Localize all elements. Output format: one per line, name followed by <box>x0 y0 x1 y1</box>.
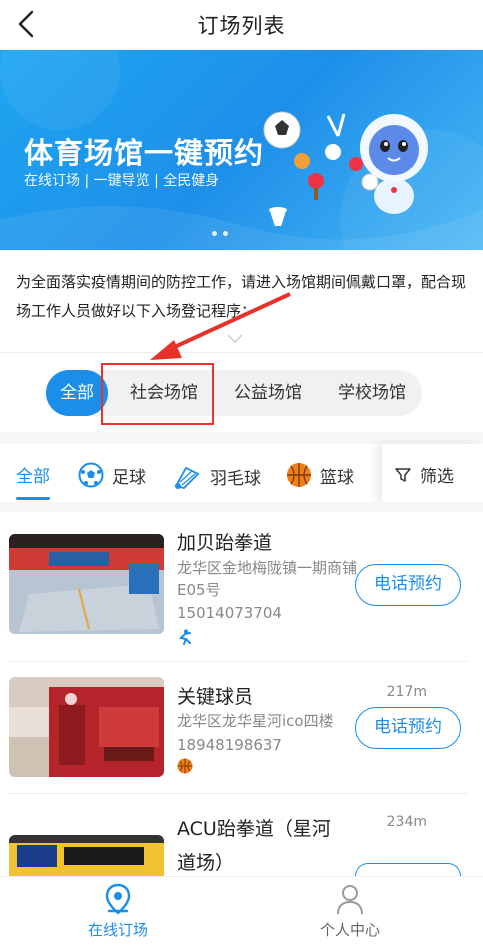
bottom-tab-bar: 在线订场 个人中心 <box>0 876 483 946</box>
sport-tab-label: 篮球 <box>320 467 354 488</box>
sport-tab-label: 全部 <box>16 467 50 487</box>
sport-tab-basketball[interactable]: 篮球 <box>286 462 354 488</box>
section-gap <box>0 502 483 512</box>
annotation-highlight-box <box>101 363 214 425</box>
page-title: 订场列表 <box>197 14 286 38</box>
phone-booking-button[interactable] <box>355 863 461 876</box>
venue-name: 加贝跆拳道 <box>177 532 273 554</box>
category-all[interactable]: 全部 <box>46 370 108 416</box>
active-tab-underline <box>16 497 50 500</box>
tab-label: 个人中心 <box>319 921 380 939</box>
venue-distance: 234m <box>386 814 427 830</box>
astronaut-mascot-icon <box>360 114 428 214</box>
category-public-venues[interactable]: 公益场馆 <box>218 370 318 416</box>
carousel-indicator[interactable] <box>212 231 228 236</box>
header-bar: 订场列表 <box>0 0 483 48</box>
filter-icon <box>395 467 411 482</box>
location-pin-icon <box>105 883 131 915</box>
venue-phone[interactable]: 18948198637 <box>177 736 282 754</box>
badminton-icon <box>174 466 200 489</box>
tab-personal-center[interactable]: 个人中心 <box>270 877 430 940</box>
phone-booking-button[interactable]: 电话预约 <box>355 564 461 606</box>
venue-name: 关键球员 <box>177 686 254 708</box>
category-school-venues[interactable]: 学校场馆 <box>322 370 422 416</box>
divider <box>9 661 467 662</box>
taekwondo-icon <box>178 629 191 645</box>
venue-photo[interactable] <box>9 835 164 876</box>
banner-subtitle: 在线订场 | 一键导览 | 全民健身 <box>24 173 220 189</box>
promo-banner[interactable]: 体育场馆一键预约 在线订场 | 一键导览 | 全民健身 <box>0 50 483 250</box>
tab-online-booking[interactable]: 在线订场 <box>38 877 198 940</box>
section-gap <box>0 432 483 444</box>
banner-title: 体育场馆一键预约 <box>24 136 265 170</box>
football-icon <box>78 462 104 488</box>
filter-label: 筛选 <box>420 467 454 487</box>
carousel-dot[interactable] <box>212 231 217 236</box>
venue-photo[interactable] <box>9 534 164 634</box>
phone-booking-button[interactable]: 电话预约 <box>355 707 461 749</box>
sport-tab-label: 羽毛球 <box>210 468 261 489</box>
venue-photo-taekwondo <box>9 534 164 634</box>
venue-photo-acu <box>9 835 164 876</box>
filter-button[interactable]: 筛选 <box>394 462 454 487</box>
venue-address: 龙华区金地梅陇镇一期商铺E05号 <box>177 559 358 599</box>
venue-name: ACU跆拳道（星河道场） <box>177 818 331 874</box>
basketball-icon <box>287 463 311 487</box>
sport-tab-badminton[interactable]: 羽毛球 <box>172 462 261 490</box>
divider <box>9 793 467 794</box>
sport-tab-football[interactable]: 足球 <box>78 462 146 488</box>
venue-address: 龙华区龙华星河ico四楼 <box>177 712 334 730</box>
basketball-icon <box>177 758 193 774</box>
sport-tab-label: 足球 <box>112 467 146 488</box>
venue-distance: 217m <box>386 684 427 700</box>
venue-photo[interactable] <box>9 677 164 777</box>
annotation-arrow-icon <box>150 292 291 360</box>
venue-phone[interactable]: 15014073704 <box>177 604 282 622</box>
sport-tab-all[interactable]: 全部 <box>16 462 50 487</box>
user-icon <box>337 885 363 915</box>
tab-label: 在线订场 <box>87 921 148 939</box>
venue-photo-sports-store <box>9 677 164 777</box>
carousel-dot[interactable] <box>223 231 228 236</box>
